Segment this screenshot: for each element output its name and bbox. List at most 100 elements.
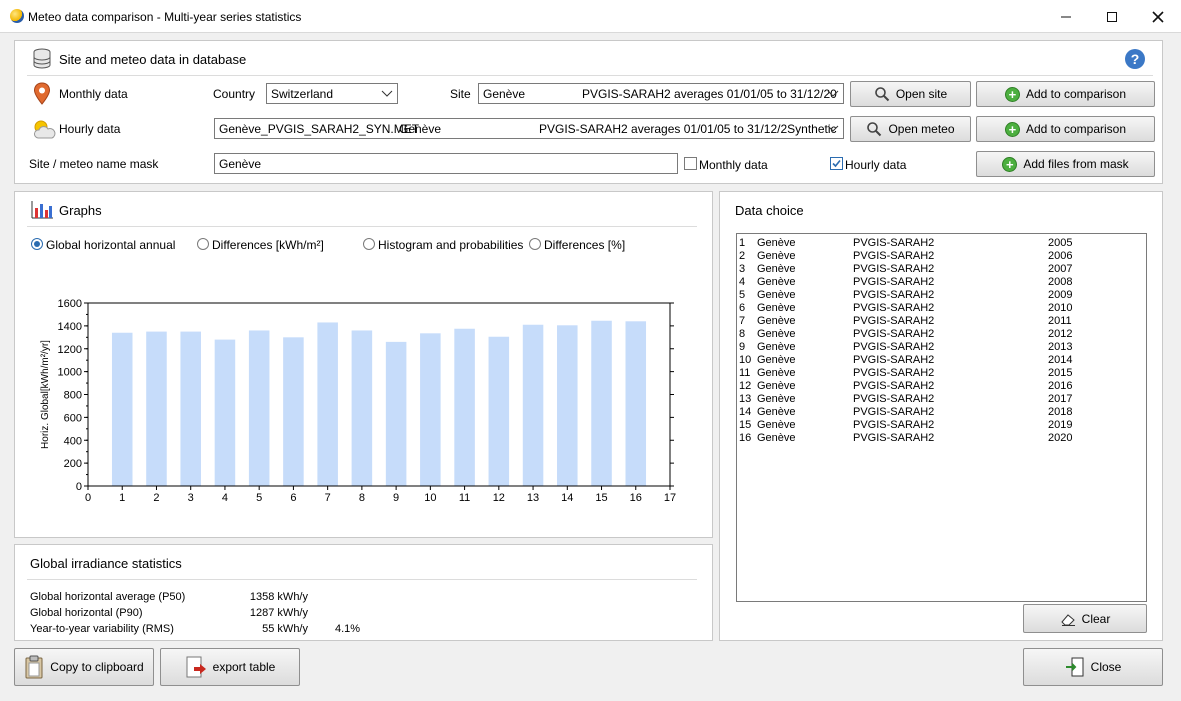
- add-files-label: Add files from mask: [1023, 157, 1129, 171]
- radio-global-horizontal-annual[interactable]: [31, 238, 43, 250]
- site-value-source: PVGIS-SARAH2 averages 01/01/05 to 31/12/…: [582, 87, 837, 101]
- list-item[interactable]: 6 Genève PVGIS-SARAH2 2010: [739, 302, 1144, 315]
- list-item[interactable]: 3 Genève PVGIS-SARAH2 2007: [739, 263, 1144, 276]
- open-site-button[interactable]: Open site: [850, 81, 971, 107]
- clear-button[interactable]: Clear: [1023, 604, 1147, 633]
- list-cell-site: Genève: [757, 276, 796, 288]
- maximize-button[interactable]: [1089, 0, 1135, 33]
- chart-bar: [283, 337, 304, 486]
- close-button[interactable]: Close: [1023, 648, 1163, 686]
- list-cell-source: PVGIS-SARAH2: [853, 237, 935, 249]
- y-tick-label: 1000: [58, 367, 82, 379]
- add-icon: +: [1004, 86, 1020, 102]
- list-cell-source: PVGIS-SARAH2: [853, 406, 935, 418]
- list-item[interactable]: 12 Genève PVGIS-SARAH2 2016: [739, 380, 1144, 393]
- hourly-file-select[interactable]: Genève_PVGIS_SARAH2_SYN.MET Genève PVGIS…: [214, 118, 844, 139]
- list-cell-site: Genève: [757, 315, 796, 327]
- list-cell-year: 2019: [1048, 419, 1073, 431]
- list-cell-site: Genève: [757, 380, 796, 392]
- x-tick-label: 11: [459, 492, 470, 504]
- divider: [27, 226, 697, 227]
- chart-bar: [248, 330, 270, 486]
- list-cell-source: PVGIS-SARAH2: [853, 276, 935, 288]
- export-table-button[interactable]: export table: [160, 648, 300, 686]
- help-icon[interactable]: ?: [1125, 49, 1145, 69]
- list-item[interactable]: 7 Genève PVGIS-SARAH2 2011: [739, 315, 1144, 328]
- list-item[interactable]: 5 Genève PVGIS-SARAH2 2009: [739, 289, 1144, 302]
- list-cell-source: PVGIS-SARAH2: [853, 263, 935, 275]
- y-tick-label: 1600: [58, 298, 82, 310]
- mask-monthly-checkbox[interactable]: [684, 157, 697, 170]
- chart-bar: [591, 320, 612, 486]
- search-icon: [875, 87, 890, 102]
- chart-bar: [180, 331, 201, 486]
- radio-label: Differences [%]: [544, 238, 626, 252]
- close-icon: [1152, 10, 1164, 23]
- chart-bar: [625, 321, 647, 486]
- stats-title: Global irradiance statistics: [30, 556, 182, 571]
- list-item[interactable]: 11 Genève PVGIS-SARAH2 2015: [739, 367, 1144, 380]
- list-item[interactable]: 10 Genève PVGIS-SARAH2 2014: [739, 354, 1144, 367]
- stat-label: Global horizontal (P90): [30, 607, 143, 619]
- copy-label: Copy to clipboard: [50, 660, 144, 674]
- list-item[interactable]: 2 Genève PVGIS-SARAH2 2006: [739, 250, 1144, 263]
- chart-bar: [351, 330, 373, 486]
- list-cell-site: Genève: [757, 237, 796, 249]
- list-item[interactable]: 4 Genève PVGIS-SARAH2 2008: [739, 276, 1144, 289]
- add-icon: +: [1002, 156, 1018, 172]
- radio-differences-percent[interactable]: [529, 238, 541, 250]
- minimize-icon: [1061, 16, 1071, 17]
- list-item[interactable]: 1 Genève PVGIS-SARAH2 2005: [739, 237, 1144, 250]
- open-meteo-button[interactable]: Open meteo: [850, 116, 971, 142]
- list-item[interactable]: 15 Genève PVGIS-SARAH2 2019: [739, 419, 1144, 432]
- list-item[interactable]: 9 Genève PVGIS-SARAH2 2013: [739, 341, 1144, 354]
- mask-input[interactable]: Genève: [214, 153, 678, 174]
- radio-differences-kwh[interactable]: [197, 238, 209, 250]
- list-cell-n: 2: [739, 250, 746, 262]
- list-cell-n: 7: [739, 315, 746, 327]
- radio-label: Differences [kWh/m²]: [212, 238, 324, 252]
- x-tick-label: 0: [85, 492, 91, 504]
- add-hourly-to-comparison-button[interactable]: + Add to comparison: [976, 116, 1155, 142]
- list-cell-n: 9: [739, 341, 746, 353]
- divider: [27, 75, 1153, 76]
- radio-histogram-probabilities[interactable]: [363, 238, 375, 250]
- country-select[interactable]: Switzerland: [266, 83, 398, 104]
- list-cell-year: 2005: [1048, 237, 1073, 249]
- list-cell-source: PVGIS-SARAH2: [853, 393, 935, 405]
- add-files-from-mask-button[interactable]: + Add files from mask: [976, 151, 1155, 177]
- list-cell-site: Genève: [757, 289, 796, 301]
- chart-bar: [317, 322, 338, 486]
- mask-hourly-checkbox[interactable]: [830, 157, 843, 170]
- list-cell-year: 2014: [1048, 354, 1073, 366]
- list-item[interactable]: 16 Genève PVGIS-SARAH2 2020: [739, 432, 1144, 445]
- copy-to-clipboard-button[interactable]: Copy to clipboard: [14, 648, 154, 686]
- list-cell-n: 16: [739, 432, 752, 444]
- hourly-file-value: Genève_PVGIS_SARAH2_SYN.MET: [219, 122, 420, 136]
- graphs-panel: Graphs Global horizontal annual Differen…: [14, 191, 713, 538]
- list-cell-year: 2015: [1048, 367, 1073, 379]
- clipboard-icon: [25, 655, 43, 679]
- minimize-button[interactable]: [1043, 0, 1089, 33]
- x-tick-label: 9: [393, 492, 399, 504]
- list-item[interactable]: 14 Genève PVGIS-SARAH2 2018: [739, 406, 1144, 419]
- x-tick-label: 10: [424, 492, 436, 504]
- list-cell-site: Genève: [757, 302, 796, 314]
- site-select[interactable]: Genève PVGIS-SARAH2 averages 01/01/05 to…: [478, 83, 844, 104]
- y-tick-label: 1400: [58, 321, 82, 333]
- list-cell-site: Genève: [757, 341, 796, 353]
- list-cell-source: PVGIS-SARAH2: [853, 250, 935, 262]
- chart-bar: [488, 336, 510, 486]
- x-tick-label: 8: [359, 492, 365, 504]
- chart-bar: [214, 339, 236, 486]
- list-cell-site: Genève: [757, 406, 796, 418]
- x-tick-label: 15: [595, 492, 607, 504]
- list-item[interactable]: 8 Genève PVGIS-SARAH2 2012: [739, 328, 1144, 341]
- data-choice-list[interactable]: 1 Genève PVGIS-SARAH2 2005 2 Genève PVGIS-SARA…: [736, 233, 1147, 602]
- close-window-button[interactable]: [1135, 0, 1181, 33]
- x-tick-label: 2: [153, 492, 159, 504]
- add-to-comparison-button[interactable]: + Add to comparison: [976, 81, 1155, 107]
- list-item[interactable]: 13 Genève PVGIS-SARAH2 2017: [739, 393, 1144, 406]
- list-cell-site: Genève: [757, 432, 796, 444]
- data-choice-panel: Data choice 1 Genève PVGIS-SARAH2 2005 2 Genè…: [719, 191, 1163, 641]
